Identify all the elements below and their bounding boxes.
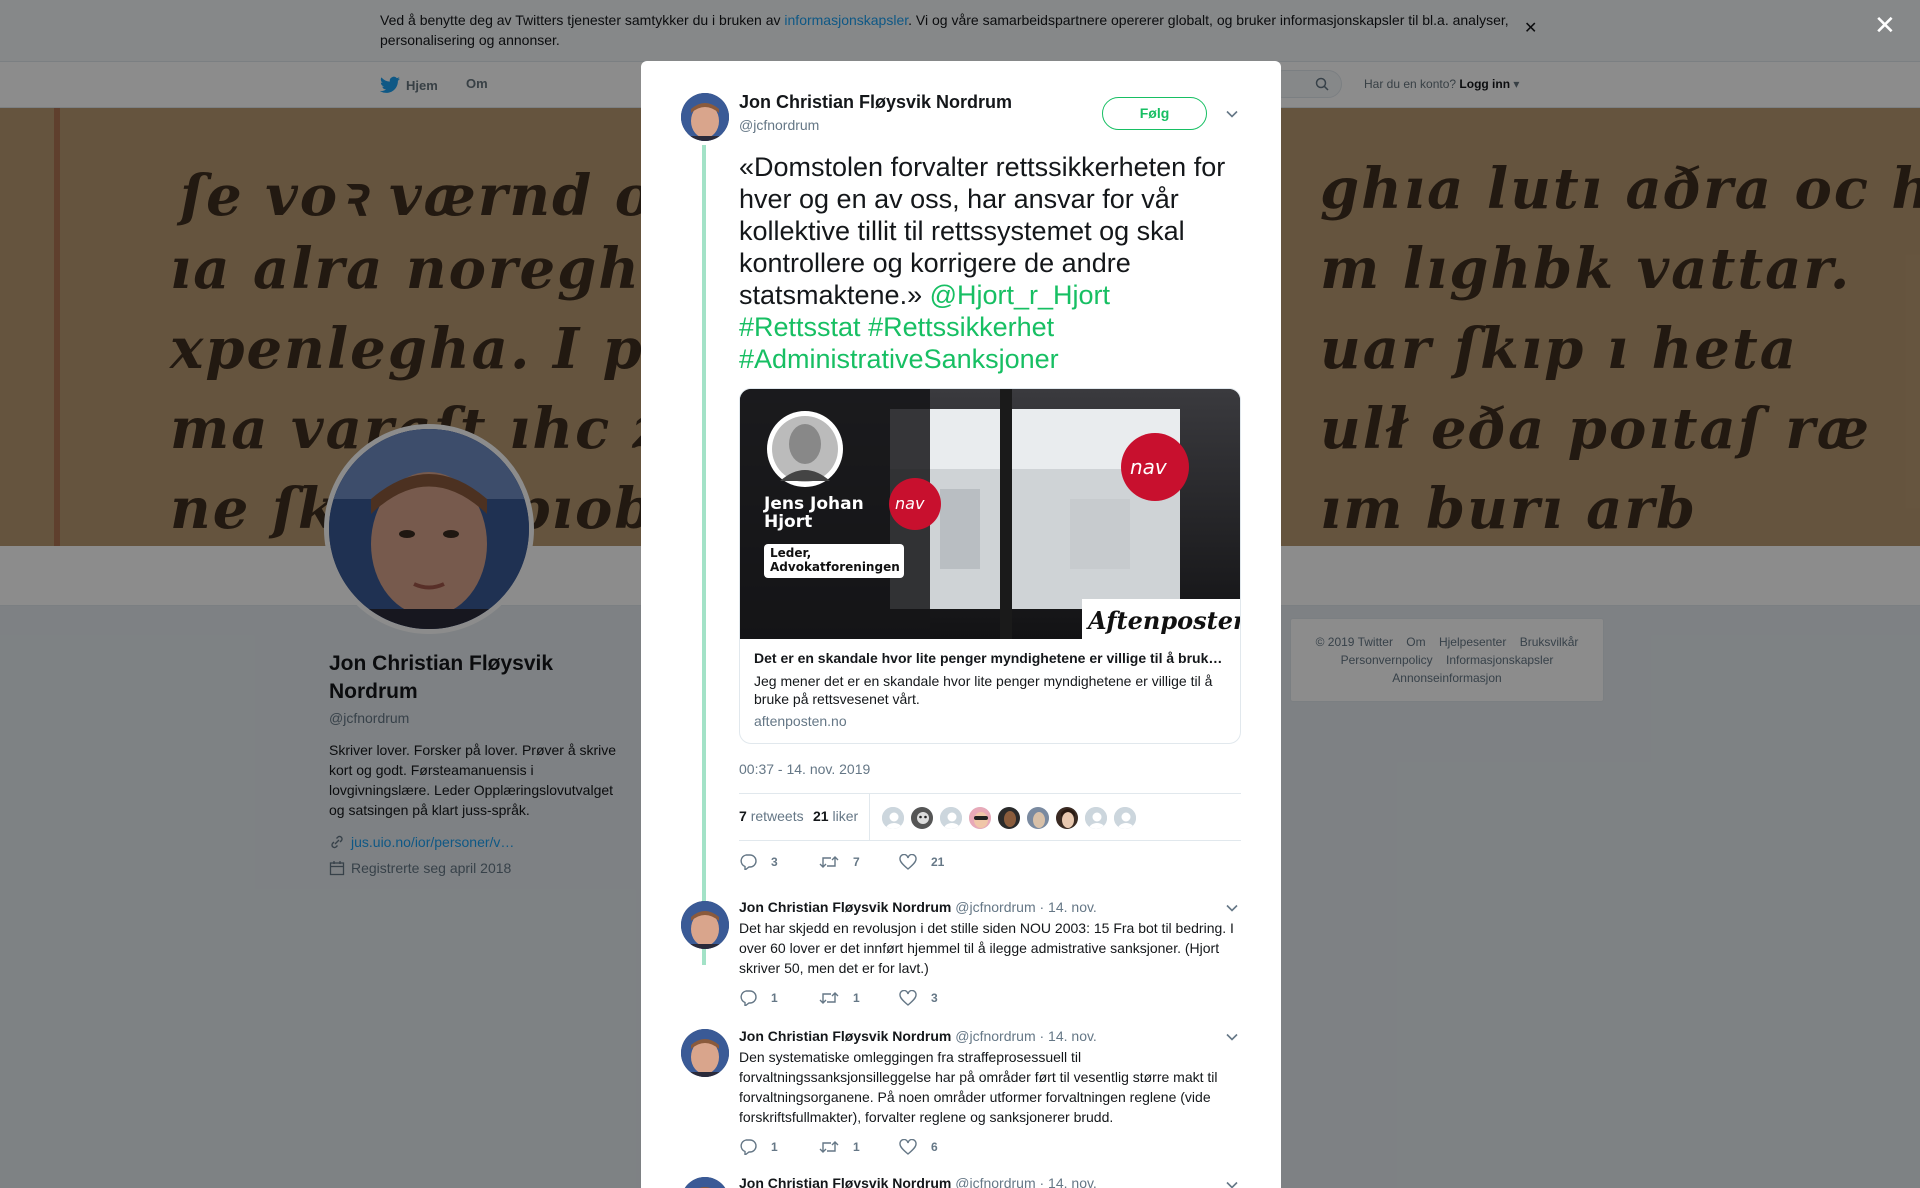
tweet-modal: Jon Christian Fløysvik Nordrum @jcfnordr… [641,61,1281,1188]
hashtag-link[interactable]: #Rettssikkerhet [868,312,1054,342]
reply-author-handle[interactable]: @jcfnordrum [955,1175,1035,1188]
card-description: Jeg mener det er en skandale hvor lite p… [754,673,1213,707]
reply-icon [740,990,757,1006]
reply-icon [740,1139,757,1155]
thread-line [702,145,706,965]
close-icon[interactable]: ✕ [1874,10,1896,41]
reply-button[interactable]: 1 [739,990,819,1006]
follow-button[interactable]: Følg [1102,97,1207,130]
nav-logo: nav [1130,455,1168,479]
tweet-actions: 3 7 21 [739,854,979,870]
reply-author-name[interactable]: Jon Christian Fløysvik Nordrum [739,1028,951,1044]
liker-avatar[interactable] [1055,806,1079,830]
retweet-button[interactable]: 1 [819,1139,899,1155]
chevron-down-icon[interactable] [1225,107,1239,121]
reply-avatar[interactable] [681,901,729,949]
liker-avatar[interactable] [968,806,992,830]
reply-actions: 1 1 3 [739,990,979,1006]
mention-link[interactable]: @Hjort_r_Hjort [930,280,1110,310]
chevron-down-icon[interactable] [1225,901,1239,915]
liker-avatar[interactable] [1026,806,1050,830]
reply-author-handle[interactable]: @jcfnordrum [955,899,1035,915]
heart-icon [899,990,917,1006]
card-image: Jens Johan Hjort Leder, Advokatforeningen … [740,389,1241,639]
hashtag-link[interactable]: #AdministrativeSanksjoner [739,344,1059,374]
retweets-stat[interactable]: 7 retweets [739,808,804,824]
aftenposten-logo: Aftenposten [1086,606,1241,635]
nav-logo: nav [895,494,925,513]
liker-avatar[interactable] [910,806,934,830]
reply-header: Jon Christian Fløysvik Nordrum @jcfnordr… [739,1028,1097,1044]
reply-text: Det har skjedd en revolusjon i det still… [739,920,1234,976]
retweet-icon [819,992,839,1004]
reply-avatar[interactable] [681,1177,729,1188]
reply-icon [740,854,757,870]
author-avatar[interactable] [681,93,729,141]
likes-stat[interactable]: 21 liker [813,808,858,824]
liker-avatar[interactable] [1084,806,1108,830]
heart-icon [899,854,917,870]
reply-actions: 1 1 6 [739,1139,979,1155]
liker-avatar[interactable] [997,806,1021,830]
retweet-button[interactable]: 7 [819,854,899,870]
like-button[interactable]: 6 [899,1139,979,1155]
reply-avatar[interactable] [681,1029,729,1077]
reply-button[interactable]: 1 [739,1139,819,1155]
reply-date[interactable]: · 14. nov. [1040,899,1097,915]
retweet-icon [819,1141,839,1153]
chevron-down-icon[interactable] [1225,1030,1239,1044]
card-domain: aftenposten.no [754,713,847,729]
retweet-button[interactable]: 1 [819,990,899,1006]
like-button[interactable]: 3 [899,990,979,1006]
card-title: Det er en skandale hvor lite penger mynd… [754,650,1228,666]
tweet-timestamp[interactable]: 00:37 - 14. nov. 2019 [739,761,870,777]
author-handle[interactable]: @jcfnordrum [739,117,819,133]
reply-date[interactable]: · 14. nov. [1040,1028,1097,1044]
liker-avatar[interactable] [1113,806,1137,830]
tweet-text: «Domstolen forvalter rettssikkerheten fo… [739,152,1226,374]
chevron-down-icon[interactable] [1225,1178,1239,1188]
author-name[interactable]: Jon Christian Fløysvik Nordrum [739,92,1012,113]
reply-author-name[interactable]: Jon Christian Fløysvik Nordrum [739,899,951,915]
hashtag-link[interactable]: #Rettsstat [739,312,861,342]
liker-avatar[interactable] [939,806,963,830]
reply-author-handle[interactable]: @jcfnordrum [955,1028,1035,1044]
heart-icon [899,1139,917,1155]
reply-header: Jon Christian Fløysvik Nordrum @jcfnordr… [739,1175,1097,1188]
link-card[interactable]: Jens Johan Hjort Leder, Advokatforeningen … [739,388,1241,744]
reply-button[interactable]: 3 [739,854,819,870]
reply-author-name[interactable]: Jon Christian Fløysvik Nordrum [739,1175,951,1188]
like-button[interactable]: 21 [899,854,979,870]
tweet-stats: 7 retweets 21 liker [739,793,1241,841]
retweet-icon [819,856,839,868]
reply-date[interactable]: · 14. nov. [1040,1175,1097,1188]
reply-text: Den systematiske omleggingen fra straffe… [739,1049,1218,1125]
reply-header: Jon Christian Fløysvik Nordrum @jcfnordr… [739,899,1097,915]
liker-avatar[interactable] [881,806,905,830]
